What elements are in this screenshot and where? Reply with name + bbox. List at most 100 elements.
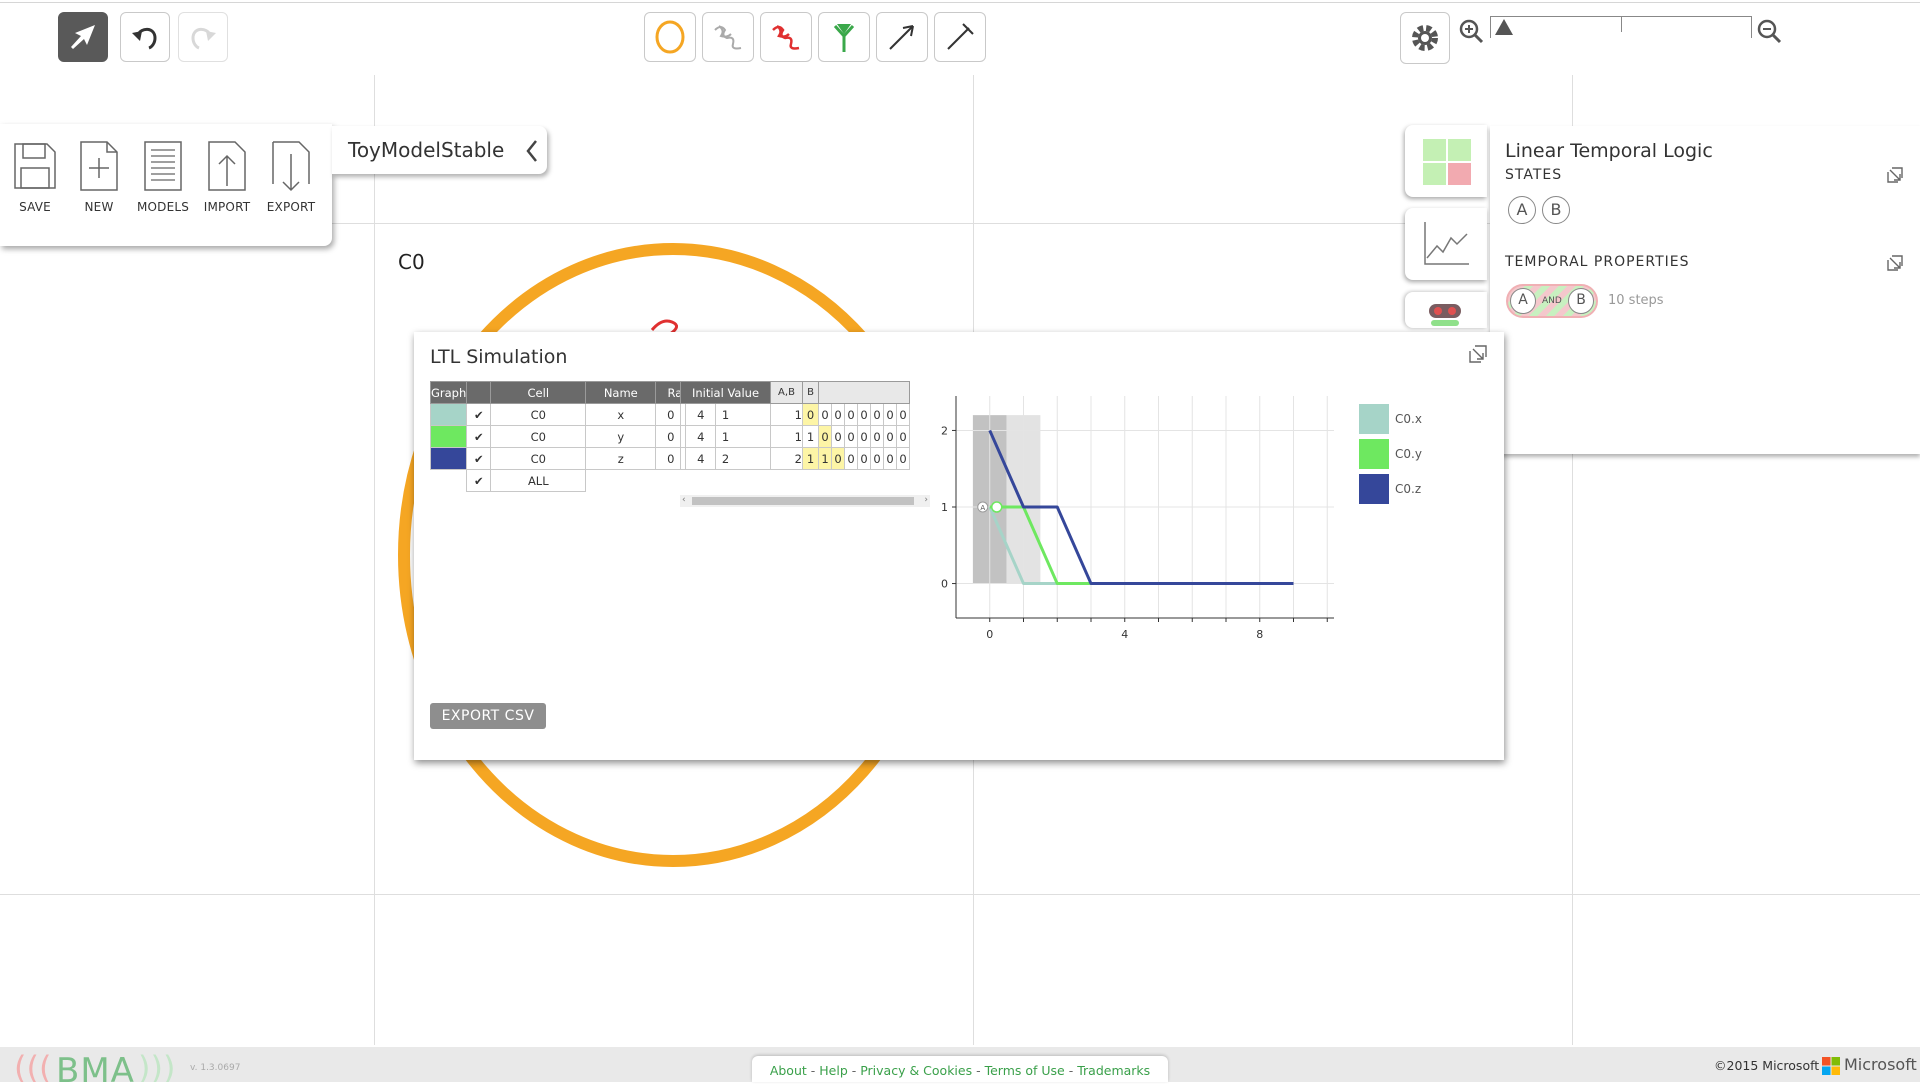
pointer-arrow-icon bbox=[71, 25, 95, 49]
model-checker-tab[interactable] bbox=[1405, 292, 1487, 328]
step-value: 1 bbox=[818, 447, 832, 470]
legend-swatch bbox=[1359, 439, 1389, 469]
graph-checkbox[interactable]: ✔ bbox=[466, 425, 492, 448]
microsoft-wordmark: Microsoft bbox=[1844, 1055, 1917, 1074]
model-name-tab[interactable]: ToyModelStable bbox=[332, 126, 547, 174]
step-value: 0 bbox=[883, 447, 897, 470]
legend-item-c0-y[interactable]: C0.y bbox=[1359, 439, 1422, 469]
step-value: 0 bbox=[831, 403, 845, 426]
graph-header: Graph bbox=[429, 381, 468, 404]
about-link[interactable]: About bbox=[770, 1063, 807, 1078]
formula-right-state: B bbox=[1568, 288, 1594, 314]
series-color-swatch bbox=[429, 425, 468, 448]
ltl-simulation-window: LTL Simulation Graph Cell Name Range ✔ C… bbox=[414, 332, 1504, 760]
progression-row: 2 211000000 bbox=[680, 447, 910, 470]
ltl-states-tab[interactable] bbox=[1405, 125, 1487, 197]
formula-operator: AND bbox=[1542, 296, 1562, 306]
state-chip-a[interactable]: A bbox=[1508, 196, 1536, 224]
step-value: 0 bbox=[831, 425, 845, 448]
zoom-slider[interactable] bbox=[1490, 16, 1752, 38]
gear-icon bbox=[1412, 25, 1438, 51]
receptor-tool-button[interactable] bbox=[818, 12, 870, 62]
top-border bbox=[0, 2, 1920, 3]
step-value: 0 bbox=[896, 403, 910, 426]
grid-line bbox=[374, 75, 375, 1045]
series-color-swatch bbox=[429, 403, 468, 426]
activator-tool-button[interactable] bbox=[876, 12, 928, 62]
chevron-left-icon[interactable] bbox=[524, 139, 540, 163]
new-label: NEW bbox=[84, 200, 114, 214]
table-row: ✔ C0 x 0 4 bbox=[429, 403, 717, 426]
expand-states-icon[interactable] bbox=[1886, 166, 1904, 184]
progression-row: 1 110000000 bbox=[680, 425, 910, 448]
ltl-grid-icon bbox=[1423, 139, 1471, 185]
save-icon bbox=[14, 143, 56, 189]
scroll-right-arrow[interactable]: › bbox=[924, 495, 928, 505]
export-button[interactable]: EXPORT bbox=[264, 138, 318, 214]
series-color-swatch bbox=[429, 447, 468, 470]
simulation-tab[interactable] bbox=[1405, 208, 1487, 280]
legend-item-c0-x[interactable]: C0.x bbox=[1359, 404, 1422, 434]
zoom-in-icon[interactable] bbox=[1458, 18, 1484, 44]
cell-container-icon bbox=[655, 20, 685, 54]
cell-container-tool-button[interactable] bbox=[644, 12, 696, 62]
all-label[interactable]: ALL bbox=[490, 469, 587, 492]
terms-link[interactable]: Terms of Use bbox=[985, 1063, 1065, 1078]
graph-checkbox[interactable]: ✔ bbox=[466, 447, 492, 470]
formula-left-state: A bbox=[1510, 288, 1536, 314]
graph-checkbox[interactable]: ✔ bbox=[466, 403, 492, 426]
horizontal-scrollbar[interactable]: ‹ › bbox=[680, 495, 930, 507]
y-tick-label: 0 bbox=[941, 578, 948, 591]
temporal-formula[interactable]: A AND B bbox=[1506, 284, 1598, 318]
cell-value: C0 bbox=[490, 403, 587, 426]
state-marker bbox=[991, 501, 1003, 513]
redo-button[interactable] bbox=[178, 12, 228, 62]
step-value: 0 bbox=[818, 403, 832, 426]
step-value: 0 bbox=[857, 425, 871, 448]
simulation-chart: 0 4 8 0 1 2 A bbox=[941, 396, 1334, 641]
zoom-out-icon[interactable] bbox=[1756, 18, 1782, 44]
import-label: IMPORT bbox=[203, 200, 251, 214]
zoom-thumb[interactable] bbox=[1495, 19, 1514, 35]
models-label: MODELS bbox=[136, 200, 190, 214]
undo-button[interactable] bbox=[120, 12, 170, 62]
step-value: 1 bbox=[770, 425, 803, 448]
new-button[interactable]: NEW bbox=[72, 138, 126, 214]
step-value: 2 bbox=[770, 447, 803, 470]
states-list: AB bbox=[1508, 196, 1576, 224]
name-header: Name bbox=[585, 381, 657, 404]
help-link[interactable]: Help bbox=[819, 1063, 848, 1078]
pointer-tool-button[interactable] bbox=[58, 12, 108, 62]
scroll-left-arrow[interactable]: ‹ bbox=[682, 495, 686, 505]
line-chart-icon bbox=[1424, 222, 1469, 265]
save-button[interactable]: SAVE bbox=[8, 138, 62, 214]
constant-variable-tool-button[interactable] bbox=[702, 12, 754, 62]
step-value: 0 bbox=[818, 425, 832, 448]
blank-cell bbox=[586, 470, 716, 492]
table-header-row: Graph Cell Name Range bbox=[429, 381, 717, 404]
privacy-link[interactable]: Privacy & Cookies bbox=[860, 1063, 972, 1078]
expand-properties-icon[interactable] bbox=[1886, 254, 1904, 272]
step-value: 0 bbox=[896, 447, 910, 470]
all-checkbox[interactable]: ✔ bbox=[466, 469, 492, 492]
step-value: 0 bbox=[844, 447, 858, 470]
step-value: 1 bbox=[802, 447, 819, 470]
table-row: ✔ C0 y 0 4 bbox=[429, 425, 717, 448]
state-chip-b[interactable]: B bbox=[1542, 196, 1570, 224]
legend-item-c0-z[interactable]: C0.z bbox=[1359, 474, 1421, 504]
scrollbar-thumb[interactable] bbox=[692, 497, 914, 505]
step-value: 0 bbox=[831, 447, 845, 470]
y-tick-label: 2 bbox=[941, 424, 948, 437]
table-row: ✔ C0 z 0 4 bbox=[429, 447, 717, 470]
trademarks-link[interactable]: Trademarks bbox=[1077, 1063, 1150, 1078]
state-b-header: B bbox=[802, 381, 819, 404]
export-csv-button[interactable]: EXPORT CSV bbox=[430, 703, 546, 729]
variable-tool-button[interactable] bbox=[760, 12, 812, 62]
expand-icon[interactable] bbox=[1468, 344, 1488, 364]
inhibitor-tool-button[interactable] bbox=[934, 12, 986, 62]
step-value: 0 bbox=[896, 425, 910, 448]
cell-value: C0 bbox=[490, 425, 587, 448]
models-button[interactable]: MODELS bbox=[136, 138, 190, 214]
import-button[interactable]: IMPORT bbox=[200, 138, 254, 214]
settings-button[interactable] bbox=[1400, 12, 1450, 64]
